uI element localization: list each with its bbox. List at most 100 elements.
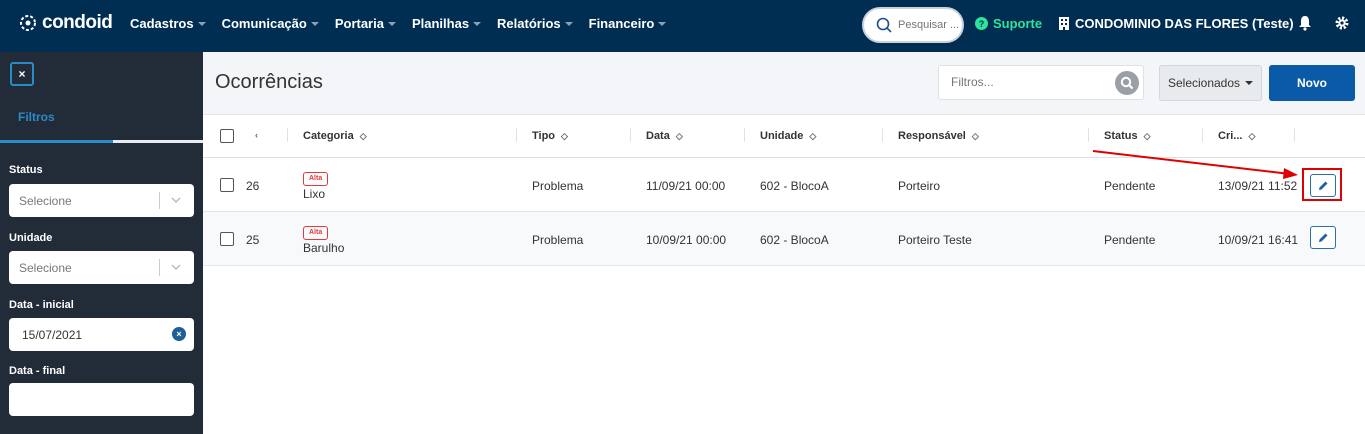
nav-label: Portaria <box>334 16 384 31</box>
table-filter-input[interactable] <box>951 75 1101 89</box>
select-all-checkbox[interactable] <box>220 129 234 143</box>
chevron-down-icon <box>171 197 181 204</box>
priority-badge: Alta <box>303 172 329 186</box>
clear-date-icon[interactable]: × <box>172 327 186 341</box>
data-inicial-value: 15/07/2021 <box>22 327 83 342</box>
close-filters-button[interactable]: × <box>10 62 34 86</box>
nav-label: Planilhas <box>411 16 470 31</box>
column-header-status[interactable]: Status ◇ <box>1104 130 1151 142</box>
cell-status: Pendente <box>1104 179 1156 193</box>
select-separator <box>159 259 160 276</box>
column-label: Cri... <box>1218 130 1243 142</box>
unidade-filter-label: Unidade <box>9 232 53 244</box>
table-row[interactable]: 26 Alta Lixo Problema 11/09/21 00:00 602… <box>203 158 1365 212</box>
column-separator <box>1202 128 1203 142</box>
caret-down-icon <box>387 21 396 26</box>
condominium-name: CONDOMINIO DAS FLORES (Teste) <box>1075 16 1294 31</box>
nav-cadastros[interactable]: Cadastros <box>130 16 206 31</box>
occurrences-table: ‹ Categoria ◇ Tipo ◇ Data ◇ Unidade ◇ Respon… <box>203 115 1365 266</box>
global-search[interactable] <box>862 7 964 43</box>
settings-button[interactable] <box>1334 15 1350 34</box>
column-label: Responsável <box>898 130 966 142</box>
nav-financeiro[interactable]: Financeiro <box>589 16 667 31</box>
nav-label: Comunicação <box>221 16 307 31</box>
new-button[interactable]: Novo <box>1269 65 1355 101</box>
page-header: Ocorrências Selecionados Novo <box>203 52 1365 115</box>
logo[interactable]: condoid <box>18 12 113 34</box>
column-label: Data <box>646 130 670 142</box>
sort-icon: ◇ <box>675 130 683 141</box>
status-select[interactable]: Selecione <box>9 184 194 217</box>
tab-filtros[interactable]: Filtros <box>0 108 203 143</box>
logo-icon <box>20 15 36 31</box>
logo-text: condoid <box>42 12 113 33</box>
nav-label: Relatórios <box>497 16 561 31</box>
nav-portaria[interactable]: Portaria <box>335 16 396 31</box>
sort-icon: ◇ <box>1248 130 1256 141</box>
sort-icon: ◇ <box>359 130 367 141</box>
unidade-select-value: Selecione <box>19 260 72 275</box>
cell-criado: 10/09/21 16:41 <box>1218 233 1299 247</box>
cell-status: Pendente <box>1104 233 1156 247</box>
sort-icon: ◇ <box>561 130 568 141</box>
nav-planilhas[interactable]: Planilhas <box>411 16 482 31</box>
caret-down-icon <box>1245 81 1254 85</box>
nav-label: Cadastros <box>130 16 194 31</box>
status-filter-label: Status <box>9 164 43 176</box>
data-inicial-input[interactable]: 15/07/2021 × <box>9 318 194 351</box>
svg-text:?: ? <box>979 19 985 29</box>
cell-categoria: Barulho <box>303 241 345 255</box>
cell-criado: 13/09/21 11:52 <box>1218 179 1298 193</box>
sort-icon: ◇ <box>809 130 817 141</box>
column-separator <box>882 128 883 142</box>
column-header-responsavel[interactable]: Responsável ◇ <box>898 130 979 142</box>
cell-data: 10/09/21 00:00 <box>646 233 727 247</box>
building-icon <box>1059 17 1069 30</box>
caret-down-icon <box>197 21 206 26</box>
unidade-select[interactable]: Selecione <box>9 251 194 284</box>
cell-tipo: Problema <box>532 233 584 247</box>
table-row[interactable]: 25 Alta Barulho Problema 10/09/21 00:00 … <box>203 212 1365 266</box>
column-separator <box>630 128 631 142</box>
cell-unidade: 602 - BlocoA <box>760 233 829 247</box>
cell-responsavel: Porteiro <box>898 179 941 193</box>
row-checkbox[interactable] <box>220 232 234 246</box>
table-filter[interactable] <box>938 65 1144 100</box>
column-separator <box>744 128 745 142</box>
cell-data: 11/09/21 00:00 <box>646 179 726 193</box>
top-navbar: condoid Cadastros Comunicação Portaria P… <box>0 0 1365 52</box>
caret-down-icon <box>473 21 482 26</box>
nav-comunicacao[interactable]: Comunicação <box>222 16 319 31</box>
condominium-selector[interactable]: CONDOMINIO DAS FLORES (Teste) <box>1058 16 1294 31</box>
column-header-categoria[interactable]: Categoria ◇ <box>303 130 367 142</box>
cell-id: 25 <box>246 233 260 247</box>
search-icon <box>876 17 892 33</box>
caret-down-icon <box>658 21 667 26</box>
search-icon[interactable] <box>1115 71 1139 95</box>
selected-actions-label: Selecionados <box>1167 76 1241 90</box>
selected-actions-button[interactable]: Selecionados <box>1159 65 1262 101</box>
chevron-down-icon <box>171 264 181 271</box>
column-label: Tipo <box>532 130 556 142</box>
nav-label: Financeiro <box>588 16 655 31</box>
edit-button[interactable] <box>1310 226 1336 249</box>
column-header-tipo[interactable]: Tipo ◇ <box>532 130 568 142</box>
column-header-unidade[interactable]: Unidade ◇ <box>760 130 816 142</box>
pencil-icon <box>1319 233 1328 242</box>
main-nav: Cadastros Comunicação Portaria Planilhas… <box>130 16 667 31</box>
column-header-criado[interactable]: Cri... ◇ <box>1218 130 1255 142</box>
column-id-sort[interactable]: ‹ <box>255 130 258 140</box>
highlight-box-annotation <box>1302 168 1342 201</box>
row-checkbox[interactable] <box>220 178 234 192</box>
data-final-input[interactable] <box>9 383 194 416</box>
support-link[interactable]: ? Suporte <box>975 16 1042 31</box>
notifications-button[interactable] <box>1298 15 1312 34</box>
column-label: Unidade <box>760 130 804 142</box>
global-search-input[interactable] <box>898 19 962 31</box>
caret-down-icon <box>564 21 573 26</box>
select-separator <box>159 192 160 209</box>
column-label: Status <box>1104 130 1138 142</box>
gear-icon <box>1335 16 1349 30</box>
nav-relatorios[interactable]: Relatórios <box>497 16 573 31</box>
column-header-data[interactable]: Data ◇ <box>646 130 683 142</box>
